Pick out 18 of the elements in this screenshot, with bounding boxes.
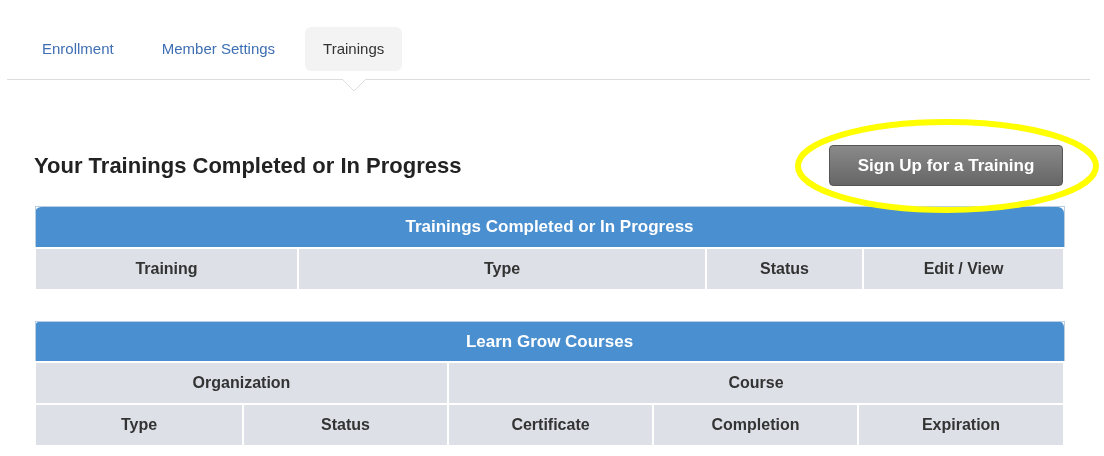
column-header: Certificate <box>448 404 653 446</box>
table-title: Trainings Completed or In Progress <box>35 206 1064 248</box>
page-heading: Your Trainings Completed or In Progress <box>34 152 462 180</box>
column-header: Completion <box>653 404 858 446</box>
column-header: Expiration <box>858 404 1064 446</box>
tab[interactable]: Enrollment <box>24 27 132 71</box>
tab[interactable]: Member Settings <box>143 27 294 71</box>
column-header: Edit / View <box>863 247 1064 290</box>
column-header: Type <box>35 404 243 446</box>
column-header: Type <box>298 247 706 290</box>
tab[interactable]: Trainings <box>305 27 403 71</box>
table-title: Learn Grow Courses <box>35 321 1064 362</box>
sign-up-button[interactable]: Sign Up for a Training <box>829 145 1063 186</box>
column-header: Status <box>243 404 448 446</box>
column-header: Training <box>35 247 298 290</box>
column-header: Organization <box>35 362 448 404</box>
column-header: Status <box>706 247 863 290</box>
column-header: Course <box>448 362 1064 404</box>
